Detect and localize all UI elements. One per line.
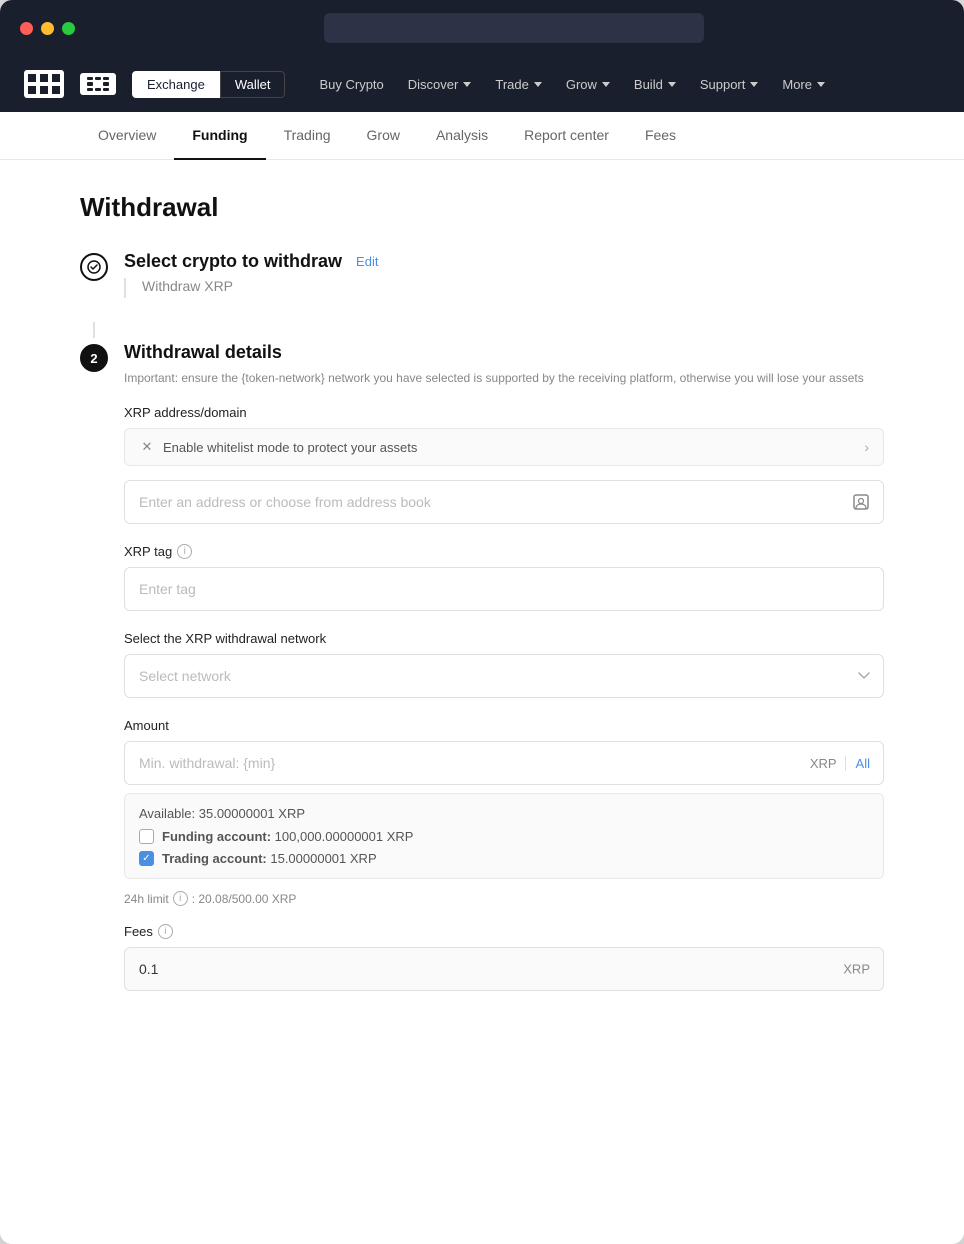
- okx-logo: [24, 70, 64, 98]
- step2-icon: 2: [80, 344, 108, 372]
- subnav-overview[interactable]: Overview: [80, 112, 174, 160]
- withdrawal-warning-text: Important: ensure the {token-network} ne…: [124, 369, 884, 387]
- sub-navigation: Overview Funding Trading Grow Analysis R…: [0, 112, 964, 160]
- topnav-grow[interactable]: Grow: [556, 71, 620, 98]
- grow-chevron-icon: [602, 82, 610, 87]
- address-book-icon[interactable]: [850, 491, 872, 513]
- fees-label: Fees i: [124, 924, 884, 939]
- whitelist-banner-text: Enable whitelist mode to protect your as…: [163, 440, 417, 455]
- xrp-address-label: XRP address/domain: [124, 405, 884, 420]
- topnav-build[interactable]: Build: [624, 71, 686, 98]
- step1-header: Select crypto to withdraw Edit: [124, 251, 884, 272]
- xrp-tag-label: XRP tag i: [124, 544, 884, 559]
- step2-header: Withdrawal details: [124, 342, 884, 363]
- step1-edit-link[interactable]: Edit: [356, 254, 378, 269]
- more-chevron-icon: [817, 82, 825, 87]
- amount-currency-label: XRP: [810, 756, 846, 771]
- support-chevron-icon: [750, 82, 758, 87]
- amount-label: Amount: [124, 718, 884, 733]
- maximize-dot[interactable]: [62, 22, 75, 35]
- step2-title: Withdrawal details: [124, 342, 282, 363]
- funding-account-label: Funding account: 100,000.00000001 XRP: [162, 829, 413, 844]
- fees-input[interactable]: [124, 947, 884, 991]
- whitelist-banner[interactable]: ✕ Enable whitelist mode to protect your …: [124, 428, 884, 466]
- available-box: Available: 35.00000001 XRP Funding accou…: [124, 793, 884, 879]
- close-dot[interactable]: [20, 22, 33, 35]
- fees-currency-label: XRP: [843, 962, 870, 977]
- step2-row: 2 Withdrawal details Important: ensure t…: [80, 342, 884, 991]
- topnav-trade[interactable]: Trade: [485, 71, 551, 98]
- discover-chevron-icon: [463, 82, 471, 87]
- top-navigation: Exchange Wallet Buy Crypto Discover Trad…: [0, 56, 964, 112]
- exchange-toggle-btn[interactable]: Exchange: [132, 71, 220, 98]
- trade-chevron-icon: [534, 82, 542, 87]
- subnav-fees[interactable]: Fees: [627, 112, 694, 160]
- app-window: Exchange Wallet Buy Crypto Discover Trad…: [0, 0, 964, 1244]
- xrp-tag-info-icon[interactable]: i: [177, 544, 192, 559]
- fees-info-icon[interactable]: i: [158, 924, 173, 939]
- limit-info-icon[interactable]: i: [173, 891, 188, 906]
- topnav-more[interactable]: More: [772, 71, 835, 98]
- subnav-trading[interactable]: Trading: [266, 112, 349, 160]
- subnav-grow[interactable]: Grow: [349, 112, 418, 160]
- network-label: Select the XRP withdrawal network: [124, 631, 884, 646]
- step1-sub-label: Withdraw XRP: [142, 278, 233, 294]
- network-select[interactable]: Select network: [124, 654, 884, 698]
- subnav-report-center[interactable]: Report center: [506, 112, 627, 160]
- wallet-toggle-btn[interactable]: Wallet: [220, 71, 286, 98]
- subnav-funding[interactable]: Funding: [174, 112, 265, 160]
- topnav-buy-crypto[interactable]: Buy Crypto: [309, 71, 393, 98]
- network-select-wrap: Select network: [124, 654, 884, 698]
- topnav-discover[interactable]: Discover: [398, 71, 482, 98]
- main-content: Withdrawal Select crypto to withdraw Edi…: [0, 160, 964, 1244]
- topnav-support[interactable]: Support: [690, 71, 769, 98]
- address-input-wrap: [124, 480, 884, 524]
- xrp-tag-input[interactable]: [124, 567, 884, 611]
- x-icon: ✕: [139, 439, 155, 455]
- minimize-dot[interactable]: [41, 22, 54, 35]
- funding-account-checkbox[interactable]: [139, 829, 154, 844]
- build-chevron-icon: [668, 82, 676, 87]
- exchange-wallet-toggle: Exchange Wallet: [132, 71, 285, 98]
- trading-account-label: Trading account: 15.00000001 XRP: [162, 851, 377, 866]
- available-row: Available: 35.00000001 XRP: [139, 806, 869, 821]
- amount-field-wrap: XRP All: [124, 741, 884, 785]
- step1-row: Select crypto to withdraw Edit Withdraw …: [80, 251, 884, 298]
- funding-account-row: Funding account: 100,000.00000001 XRP: [139, 829, 869, 844]
- fees-input-wrap: XRP: [124, 947, 884, 991]
- limit-row: 24h limit i : 20.08/500.00 XRP: [124, 891, 884, 906]
- topnav-links: Buy Crypto Discover Trade Grow Build Sup…: [309, 71, 940, 98]
- url-bar[interactable]: [324, 13, 704, 43]
- step2-content: Withdrawal details Important: ensure the…: [124, 342, 884, 991]
- titlebar: [0, 0, 964, 56]
- xrp-tag-input-wrap: [124, 567, 884, 611]
- page-title: Withdrawal: [80, 192, 884, 223]
- trading-account-checkbox[interactable]: [139, 851, 154, 866]
- fees-section: Fees i XRP: [124, 924, 884, 991]
- step1-icon: [80, 253, 108, 281]
- whitelist-banner-left: ✕ Enable whitelist mode to protect your …: [139, 439, 417, 455]
- address-input[interactable]: [124, 480, 884, 524]
- subnav-analysis[interactable]: Analysis: [418, 112, 506, 160]
- step1-title: Select crypto to withdraw: [124, 251, 342, 272]
- whitelist-chevron-icon: ›: [864, 439, 869, 455]
- trading-account-row: Trading account: 15.00000001 XRP: [139, 851, 869, 866]
- amount-input[interactable]: [124, 741, 884, 785]
- amount-all-button[interactable]: All: [846, 756, 880, 771]
- step1-content: Select crypto to withdraw Edit Withdraw …: [124, 251, 884, 298]
- amount-suffix: XRP All: [810, 741, 884, 785]
